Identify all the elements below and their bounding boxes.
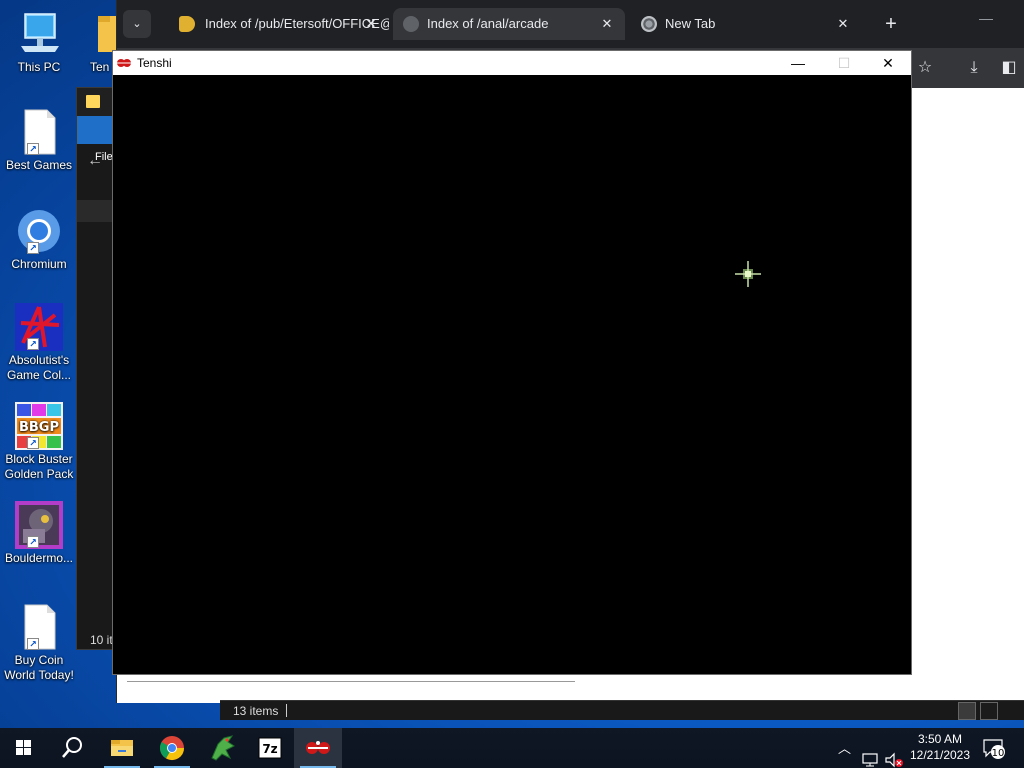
browser-tab-etersoft[interactable]: Index of /pub/Etersoft/OFFICE@ ✕ (157, 8, 389, 40)
horizontal-rule (127, 681, 575, 682)
bookmark-star-icon[interactable]: ☆ (913, 56, 937, 80)
7zip-label: 7z (262, 742, 277, 756)
desktop-icon-label: Best Games (5, 158, 73, 172)
taskbar-tenshi[interactable] (294, 728, 342, 768)
explorer-nav-item-quick-access[interactable] (77, 200, 117, 222)
taskbar-7zip[interactable]: 7z (246, 728, 294, 768)
taskbar-chrome[interactable] (148, 728, 196, 768)
desktop-icon-chromium[interactable]: ↗ Chromium (2, 207, 76, 272)
taskbar: 7z ︿ 3:50 AM 12/21/2023 10 (0, 728, 1024, 768)
tenshi-app-icon (117, 59, 131, 67)
close-tab-icon[interactable]: ✕ (363, 8, 379, 40)
close-button[interactable]: ✕ (865, 51, 911, 75)
bouldermouse-icon: ↗ (15, 501, 63, 549)
shortcut-arrow-icon: ↗ (27, 437, 39, 449)
desktop-icon-block-buster[interactable]: BBGP ↗ Block Buster Golden Pack (2, 402, 76, 482)
svg-text:BBGP: BBGP (19, 420, 59, 435)
shortcut-arrow-icon: ↗ (27, 242, 39, 254)
chromium-icon: ↗ (15, 207, 63, 255)
download-icon[interactable]: ⤓ (962, 56, 986, 80)
windows-start-icon (16, 740, 31, 755)
tenshi-title-bar[interactable]: Tenshi — ☐ ✕ (113, 51, 911, 75)
desktop-icon-label: Absolutist's Game Col... (6, 353, 72, 382)
tenshi-icon (306, 741, 330, 754)
maximize-button[interactable]: ☐ (821, 51, 867, 75)
taskbar-search-button[interactable] (48, 728, 96, 768)
close-tab-icon[interactable]: ✕ (599, 8, 615, 40)
desktop-icon-bouldermouse[interactable]: ↗ Bouldermo... (2, 501, 76, 566)
large-icons-view-icon[interactable] (980, 702, 998, 720)
status-separator (286, 704, 287, 717)
chrome-icon (159, 736, 184, 761)
network-icon[interactable] (862, 740, 880, 768)
shortcut-arrow-icon: ↗ (27, 143, 39, 155)
tab-title: Index of /pub/Etersoft/OFFICE@ (205, 16, 389, 31)
side-panel-icon[interactable]: ◧ (997, 56, 1021, 80)
chrome-logo-icon (641, 16, 657, 32)
absolutist-logo-icon: ↗ (15, 303, 63, 351)
desktop-icon-label: Buy Coin World Today! (4, 653, 74, 682)
volume-muted-icon[interactable] (884, 740, 904, 768)
folder-icon (86, 95, 100, 108)
tab-title: New Tab (665, 16, 716, 31)
taskbar-file-explorer[interactable] (98, 728, 146, 768)
new-tab-button[interactable]: + (877, 10, 905, 38)
document-icon: ↗ (15, 603, 63, 651)
tray-overflow-chevron-icon[interactable]: ︿ (838, 738, 851, 768)
minimize-button[interactable]: — (775, 51, 821, 75)
browser-tab-new-tab[interactable]: New Tab ✕ (629, 8, 861, 40)
notification-icon: 10 (983, 739, 1005, 759)
taskbar-clock[interactable]: 3:50 AM 12/21/2023 (908, 731, 972, 763)
hedgehog-favicon-icon (179, 16, 195, 32)
desktop-icon-absolutist[interactable]: ↗ Absolutist's Game Col... (2, 303, 76, 383)
shortcut-arrow-icon: ↗ (27, 338, 39, 350)
tab-search-button[interactable]: ⌄ (123, 10, 151, 38)
search-icon (62, 737, 82, 758)
close-tab-icon[interactable]: ✕ (835, 8, 851, 40)
clock-time: 3:50 AM (917, 732, 963, 746)
explorer-item-count: 10 it (90, 633, 113, 647)
computer-icon (15, 10, 63, 58)
shortcut-arrow-icon: ↗ (27, 536, 39, 548)
block-buster-icon: BBGP ↗ (15, 402, 63, 450)
file-explorer-window: File ← 10 it (76, 87, 117, 650)
clock-date: 12/21/2023 (909, 748, 971, 762)
explorer-status-bar: 13 items (220, 700, 1024, 720)
tab-title: Index of /anal/arcade (427, 16, 549, 31)
desktop-icon-best-games[interactable]: ↗ Best Games (2, 108, 76, 173)
desktop-icon-this-pc[interactable]: This PC (2, 10, 76, 75)
dragon-game-icon (211, 735, 235, 761)
start-button[interactable] (0, 728, 48, 768)
desktop-icon-buy-coin[interactable]: ↗ Buy Coin World Today! (2, 603, 76, 683)
document-icon: ↗ (15, 108, 63, 156)
browser-tab-bar: ⌄ Index of /pub/Etersoft/OFFICE@ ✕ Index… (117, 0, 1024, 48)
details-view-icon[interactable] (958, 702, 976, 720)
file-explorer-icon (111, 740, 133, 756)
browser-minimize-button[interactable]: — (979, 10, 993, 26)
browser-tab-arcade[interactable]: Index of /anal/arcade ✕ (393, 8, 625, 40)
window-title: Tenshi (137, 56, 172, 70)
back-arrow-icon[interactable]: ← (87, 152, 103, 170)
tenshi-window: Tenshi — ☐ ✕ (112, 50, 912, 675)
notification-count: 10 (992, 748, 1005, 759)
taskbar-dragon-game[interactable] (198, 728, 246, 768)
desktop-icon-label: Bouldermo... (4, 551, 74, 565)
desktop-icon-label: Block Buster Golden Pack (4, 452, 74, 481)
crosshair-cursor-icon (735, 261, 761, 287)
game-canvas[interactable] (113, 75, 911, 674)
desktop-icon-label: This PC (17, 60, 61, 74)
status-item-count: 13 items (233, 704, 279, 718)
globe-icon (403, 16, 419, 32)
7zip-icon: 7z (258, 737, 282, 759)
shortcut-arrow-icon: ↗ (27, 638, 39, 650)
desktop-icon-label: Chromium (11, 257, 67, 271)
explorer-title-bar (77, 88, 117, 116)
chevron-down-icon: ⌄ (132, 18, 142, 30)
explorer-ribbon: File (77, 116, 117, 163)
action-center-button[interactable]: 10 (982, 738, 1006, 760)
